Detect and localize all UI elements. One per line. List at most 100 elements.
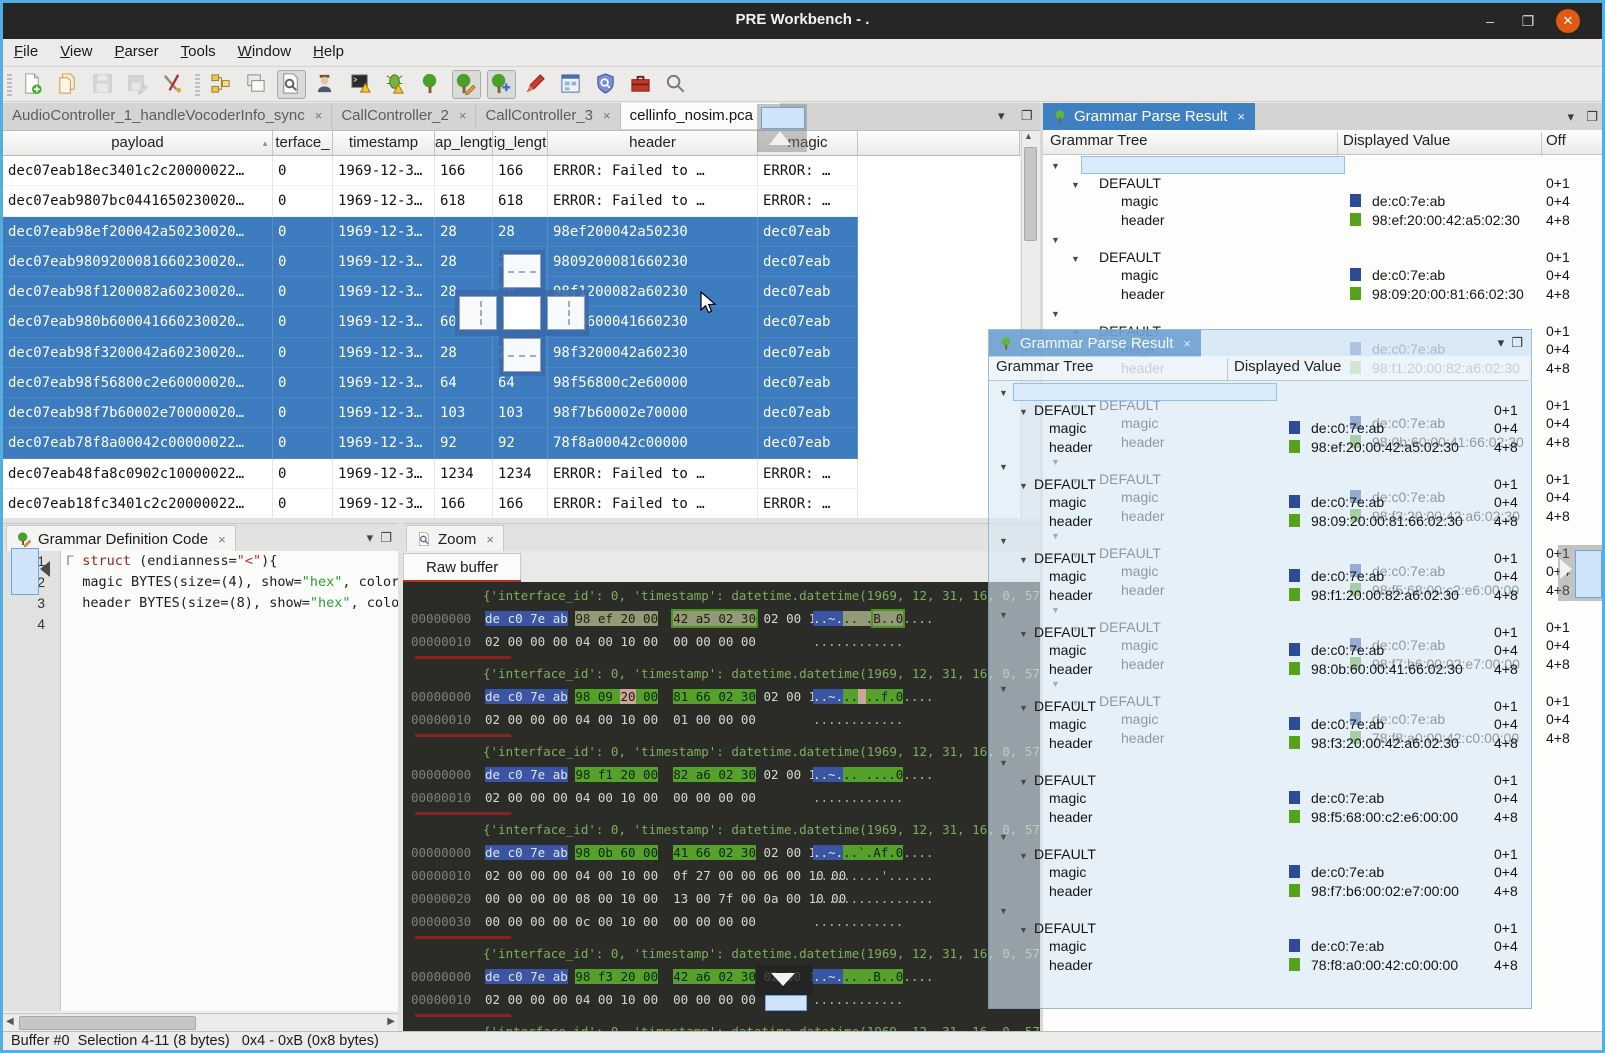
menu-item-window[interactable]: Window — [227, 39, 302, 60]
hex-row[interactable]: 0000003000 00 00 00 0c 00 10 00 00 00 00… — [411, 910, 1040, 933]
tree-row-root[interactable]: ▼ — [989, 530, 1529, 549]
tree-row-magic[interactable]: magicde:c0:7e:ab0+4 — [1043, 192, 1605, 211]
raw-buffer-tab[interactable]: Raw buffer — [403, 553, 521, 581]
grammar-parse-result-tab[interactable]: Grammar Parse Result × — [1043, 103, 1255, 130]
doc-tab-CallController_3[interactable]: CallController_3× — [476, 103, 620, 129]
scrollbar-thumb[interactable] — [1024, 147, 1037, 241]
tools-icon[interactable] — [159, 70, 188, 99]
close-icon[interactable]: × — [486, 532, 494, 547]
column-header-ap_lengt[interactable]: ap_lengt — [435, 131, 493, 156]
tree-row-default[interactable]: ▼DEFAULT0+1 — [989, 697, 1529, 716]
hex-row[interactable]: 0000001002 00 00 00 04 00 10 00 01 00 00… — [411, 708, 1040, 731]
dock-dropdown-icon[interactable]: ▾ — [1567, 109, 1574, 125]
tree-add-icon[interactable] — [487, 70, 516, 99]
tree-row-default[interactable]: ▼DEFAULT0+1 — [989, 549, 1529, 568]
menu-item-help[interactable]: Help — [302, 39, 355, 60]
close-icon[interactable]: × — [603, 108, 611, 123]
scrollbar-thumb[interactable] — [19, 1016, 196, 1030]
tree-icon[interactable] — [417, 70, 446, 99]
tree-row-root[interactable]: ▼ — [1043, 229, 1605, 248]
tree-row-default[interactable]: ▼DEFAULT0+1 — [1043, 174, 1605, 193]
tree-row-magic[interactable]: magicde:c0:7e:ab0+4 — [989, 419, 1529, 438]
table-row[interactable]: dec07eab98ef200042a50230020…01969-12-3…2… — [3, 217, 1020, 247]
minimize-button[interactable]: – — [1478, 9, 1502, 33]
scroll-left-icon[interactable]: ◀ — [6, 1016, 14, 1027]
tree-row-header[interactable]: header98:f1:20:00:82:a6:02:304+8 — [989, 586, 1529, 605]
close-icon[interactable]: × — [315, 108, 323, 123]
column-header-terface_[interactable]: terface_ — [273, 131, 333, 156]
chevron-down-icon[interactable]: ▼ — [1071, 250, 1080, 268]
tree-row-header[interactable]: header98:09:20:00:81:66:02:304+8 — [989, 512, 1529, 531]
tree-row-magic[interactable]: magicde:c0:7e:ab0+4 — [989, 567, 1529, 586]
close-icon[interactable]: × — [1183, 336, 1191, 351]
tab-float-icon[interactable]: ❐ — [1021, 108, 1033, 124]
bug-warning-icon[interactable] — [382, 70, 411, 99]
title-bar[interactable]: PRE Workbench - . – ❐ ✕ — [3, 3, 1602, 39]
tree-row-default[interactable]: ▼DEFAULT0+1 — [989, 771, 1529, 790]
shield-search-icon[interactable] — [592, 70, 621, 99]
maximize-button[interactable]: ❐ — [1516, 9, 1540, 33]
chevron-down-icon[interactable]: ▼ — [1019, 403, 1028, 421]
tree-row-header[interactable]: header98:0b:60:00:41:66:02:304+8 — [989, 660, 1529, 679]
parse-result-tree[interactable]: ▼▼DEFAULT0+1magicde:c0:7e:ab0+4header98:… — [989, 382, 1529, 1006]
panel-buttons[interactable]: ▾ ❐ — [367, 530, 392, 546]
menu-item-file[interactable]: File — [3, 39, 49, 60]
chevron-down-icon[interactable]: ▼ — [999, 680, 1008, 698]
tree-row-header[interactable]: header98:f7:b6:00:02:e7:00:004+8 — [989, 882, 1529, 901]
menu-item-parser[interactable]: Parser — [103, 39, 169, 60]
chevron-down-icon[interactable]: ▼ — [1051, 305, 1060, 323]
save-as-icon[interactable] — [124, 70, 153, 99]
scroll-up-icon[interactable]: ▲ — [1024, 131, 1033, 141]
close-icon[interactable]: × — [459, 108, 467, 123]
table-row[interactable]: dec07eab98f7b60002e70000020…01969-12-3…1… — [3, 398, 1020, 428]
tree-row-magic[interactable]: magicde:c0:7e:ab0+4 — [989, 493, 1529, 512]
tree-row-header[interactable]: header98:ef:20:00:42:a5:02:304+8 — [989, 438, 1529, 457]
tree-edit-icon[interactable] — [452, 70, 481, 99]
column-header-header[interactable]: header — [548, 131, 758, 156]
panel-buttons[interactable]: ▾ ❐ — [1498, 335, 1523, 351]
window-grid-icon[interactable] — [557, 70, 586, 99]
hex-row[interactable]: 00000000de c0 7e ab 98 09 20 00 81 66 02… — [411, 685, 1040, 708]
column-header-ig_lengt[interactable]: ig_lengt — [493, 131, 548, 156]
tree-row-header[interactable]: header98:09:20:00:81:66:02:304+8 — [1043, 285, 1605, 304]
code-panel-tab[interactable]: Grammar Definition Code × — [6, 525, 236, 552]
tree-row-default[interactable]: ▼DEFAULT0+1 — [1043, 248, 1605, 267]
code-line[interactable]: Γ struct (endianness="<"){ — [66, 551, 398, 572]
chevron-down-icon[interactable]: ▼ — [999, 532, 1008, 550]
tree-row-header[interactable]: header98:f5:68:00:c2:e6:00:004+8 — [989, 808, 1529, 827]
chevron-down-icon[interactable]: ▼ — [999, 828, 1008, 846]
chevron-down-icon[interactable]: ▼ — [999, 902, 1008, 920]
menu-item-tools[interactable]: Tools — [170, 39, 227, 60]
hex-row[interactable]: 00000000de c0 7e ab 98 ef 20 00 42 a5 02… — [411, 607, 1040, 630]
tree-row-magic[interactable]: magicde:c0:7e:ab0+4 — [989, 641, 1529, 660]
toolbar-grip[interactable] — [7, 72, 12, 96]
tree-row-default[interactable]: ▼DEFAULT0+1 — [989, 845, 1529, 864]
code-line[interactable]: magic BYTES(size=(4), show="hex", color= — [66, 572, 398, 593]
hex-row[interactable]: 0000001002 00 00 00 04 00 10 00 0f 27 00… — [411, 864, 1040, 887]
hex-row[interactable]: 0000001002 00 00 00 04 00 10 00 00 00 00… — [411, 988, 1040, 1011]
hex-row[interactable]: 00000000de c0 7e ab 98 0b 60 00 41 66 02… — [411, 841, 1040, 864]
close-icon[interactable]: × — [218, 532, 226, 547]
marker-pen-icon[interactable] — [522, 70, 551, 99]
chevron-down-icon[interactable]: ▼ — [1051, 157, 1060, 175]
code-line[interactable] — [66, 614, 398, 635]
code-editor[interactable]: 1234 Γ struct (endianness="<"){ magic BY… — [3, 551, 398, 1011]
tab-list-dropdown-icon[interactable]: ▾ — [998, 108, 1005, 124]
table-row[interactable]: dec07eab78f8a00042c00000022…01969-12-3…9… — [3, 428, 1020, 458]
table-row[interactable]: dec07eab18fc3401c2c20000022…01969-12-3…1… — [3, 489, 1020, 518]
chevron-down-icon[interactable]: ▼ — [1071, 176, 1080, 194]
tree-row-root[interactable]: ▼ — [989, 678, 1529, 697]
tree-row-header[interactable]: header78:f8:a0:00:42:c0:00:004+8 — [989, 956, 1529, 975]
tree-row-header[interactable]: header98:f3:20:00:42:a6:02:304+8 — [989, 734, 1529, 753]
column-header-timestamp[interactable]: timestamp — [333, 131, 435, 156]
tree-row-root[interactable]: ▼ — [1043, 155, 1605, 174]
hex-row[interactable]: 0000002000 00 00 00 08 00 10 00 13 00 7f… — [411, 887, 1040, 910]
toolbox-icon[interactable] — [627, 70, 656, 99]
tree-row-root[interactable]: ▼ — [989, 382, 1529, 401]
tree-row-root[interactable]: ▼ — [989, 900, 1529, 919]
scroll-right-icon[interactable]: ▶ — [387, 1016, 395, 1027]
chevron-down-icon[interactable]: ▼ — [1019, 847, 1028, 865]
tree-row-root[interactable]: ▼ — [989, 456, 1529, 475]
chevron-down-icon[interactable]: ▼ — [999, 754, 1008, 772]
console-warning-icon[interactable] — [347, 70, 376, 99]
